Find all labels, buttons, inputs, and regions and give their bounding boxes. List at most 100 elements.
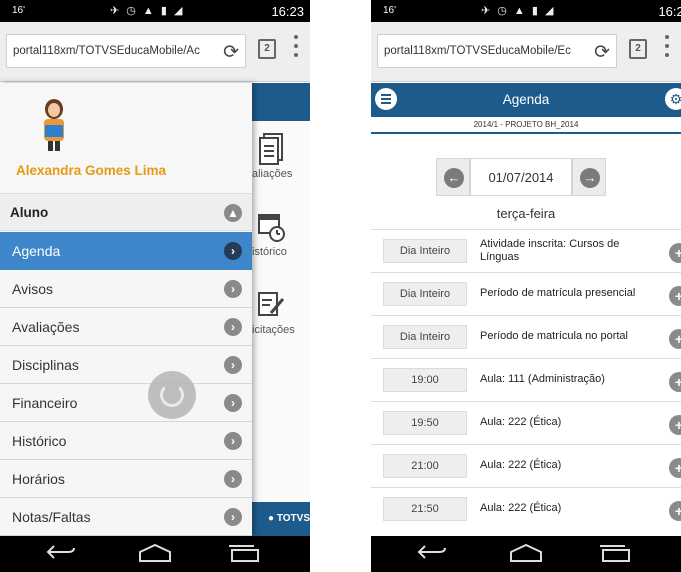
section-header-aluno[interactable]: Aluno ▲: [0, 193, 252, 231]
add-icon[interactable]: +: [669, 458, 681, 478]
event-description: Período de matrícula presencial: [480, 287, 636, 299]
weekday-label: terça-feira: [496, 206, 556, 221]
brand-text: TOTVS: [276, 513, 310, 524]
event-description: Aula: 222 (Ética): [480, 459, 562, 471]
drawer-item-label: Disciplinas: [12, 357, 79, 373]
totvs-logo: ● TOTVS: [252, 502, 310, 536]
drawer-item-7[interactable]: Notas/Faltas ›: [0, 498, 252, 536]
add-icon[interactable]: +: [669, 286, 681, 306]
drawer-item-2[interactable]: Avaliações ›: [0, 308, 252, 346]
avatar: [44, 99, 64, 151]
date-navigator: ← 01/07/2014 →: [436, 158, 606, 196]
event-time-badge: Dia Inteiro: [383, 282, 467, 306]
recent-apps-icon[interactable]: [599, 544, 631, 562]
drawer-item-0[interactable]: Agenda ›: [0, 232, 252, 270]
next-date-button[interactable]: →: [572, 158, 606, 196]
browser-menu-icon[interactable]: [293, 35, 299, 63]
drawer-item-label: Agenda: [12, 243, 61, 259]
reload-icon[interactable]: ⟳: [223, 41, 239, 64]
chevron-right-icon: ›: [224, 508, 242, 526]
system-nav-bar: [0, 536, 310, 572]
system-nav-bar: [371, 536, 681, 572]
right-phone-screen: 16' ✈ ◷ ▲ ▮ ◢ 16:23 portal118xm/TOTVSEdu…: [371, 0, 681, 572]
document-icon: [259, 133, 283, 165]
reload-icon[interactable]: ⟳: [594, 41, 610, 64]
drawer-item-label: Financeiro: [12, 395, 78, 411]
event-row[interactable]: Dia Inteiro Período de matrícula presenci…: [371, 272, 681, 315]
drawer-item-label: Horários: [12, 471, 65, 487]
drawer-item-3[interactable]: Disciplinas ›: [0, 346, 252, 384]
event-time-badge: 19:50: [383, 411, 467, 435]
gear-icon[interactable]: ⚙: [665, 88, 681, 110]
event-description: Atividade inscrita: Cursos de Línguas: [480, 238, 620, 263]
tabs-button[interactable]: 2: [629, 39, 647, 59]
recent-apps-icon[interactable]: [228, 544, 260, 562]
loading-spinner: [148, 371, 196, 419]
event-description: Aula: 222 (Ética): [480, 502, 562, 514]
url-field[interactable]: portal118xm/TOTVSEducaMobile/Ec ⟳: [377, 34, 617, 68]
left-phone-screen: 16' ✈ ◷ ▲ ▮ ◢ 16:23 portal118xm/TOTVSEdu…: [0, 0, 310, 572]
status-bar: 16' ✈ ◷ ▲ ▮ ◢ 16:23: [0, 0, 310, 22]
status-time: 16:23: [658, 4, 681, 19]
tile-avaliacoes[interactable]: aliações: [252, 131, 310, 180]
drawer-item-label: Notas/Faltas: [12, 509, 91, 525]
browser-menu-icon[interactable]: [664, 35, 670, 63]
drawer-item-1[interactable]: Avisos ›: [0, 270, 252, 308]
add-icon[interactable]: +: [669, 372, 681, 392]
event-list: Dia Inteiro Atividade inscrita: Cursos de…: [371, 229, 681, 530]
add-icon[interactable]: +: [669, 243, 681, 263]
user-name: Alexandra Gomes Lima: [16, 163, 167, 178]
drawer-item-label: Avisos: [12, 281, 53, 297]
drawer-item-6[interactable]: Horários ›: [0, 460, 252, 498]
back-icon[interactable]: [417, 544, 447, 560]
event-time-badge: 21:50: [383, 497, 467, 521]
drawer-item-label: Avaliações: [12, 319, 80, 335]
url-text: portal118xm/TOTVSEducaMobile/Ec: [384, 45, 571, 57]
chevron-right-icon: ›: [224, 394, 242, 412]
event-row[interactable]: 19:50 Aula: 222 (Ética) +: [371, 401, 681, 444]
event-time-badge: Dia Inteiro: [383, 325, 467, 349]
event-row[interactable]: 21:50 Aula: 222 (Ética) +: [371, 487, 681, 530]
back-icon[interactable]: [46, 544, 76, 560]
calendar-clock-icon: [258, 214, 285, 242]
previous-date-button[interactable]: ←: [436, 158, 470, 196]
chevron-right-icon: ›: [224, 280, 242, 298]
url-text: portal118xm/TOTVSEducaMobile/Ac: [13, 45, 200, 57]
drawer-item-5[interactable]: Histórico ›: [0, 422, 252, 460]
status-icons: ✈ ◷ ▲ ▮ ◢: [481, 5, 556, 17]
add-icon[interactable]: +: [669, 415, 681, 435]
event-row[interactable]: 19:00 Aula: 111 (Administração) +: [371, 358, 681, 401]
status-indicator: 16': [383, 5, 397, 16]
event-row[interactable]: Dia Inteiro Atividade inscrita: Cursos de…: [371, 229, 681, 272]
event-description: Aula: 222 (Ética): [480, 416, 562, 428]
chevron-right-icon: ›: [224, 318, 242, 336]
browser-toolbar: portal118xm/TOTVSEducaMobile/Ac ⟳ 2: [0, 22, 310, 82]
page-title: Agenda: [502, 92, 550, 107]
status-indicator: 16': [12, 5, 26, 16]
add-icon[interactable]: +: [669, 501, 681, 521]
arrow-left-icon: ←: [444, 168, 464, 188]
event-row[interactable]: 21:00 Aula: 222 (Ética) +: [371, 444, 681, 487]
edit-form-icon: [258, 292, 285, 316]
tabs-button[interactable]: 2: [258, 39, 276, 59]
user-profile: Alexandra Gomes Lima: [0, 83, 252, 193]
add-icon[interactable]: +: [669, 329, 681, 349]
browser-toolbar: portal118xm/TOTVSEducaMobile/Ec ⟳ 2: [371, 22, 681, 82]
tile-solicitacoes[interactable]: icitações: [252, 287, 310, 336]
url-field[interactable]: portal118xm/TOTVSEducaMobile/Ac ⟳: [6, 34, 246, 68]
tile-historico[interactable]: istórico: [252, 209, 310, 258]
drawer-item-4[interactable]: Financeiro ›: [0, 384, 252, 422]
chevron-up-icon[interactable]: ▲: [224, 204, 242, 222]
tile-label: aliações: [252, 168, 293, 180]
event-row[interactable]: Dia Inteiro Período de matrícula no porta…: [371, 315, 681, 358]
chevron-right-icon: ›: [224, 432, 242, 450]
event-time-badge: 19:00: [383, 368, 467, 392]
home-icon[interactable]: [509, 544, 543, 562]
date-field[interactable]: 01/07/2014: [470, 158, 572, 196]
event-time-badge: 21:00: [383, 454, 467, 478]
event-description: Aula: 111 (Administração): [480, 373, 605, 385]
tile-label: istórico: [252, 246, 287, 258]
event-description: Período de matrícula no portal: [480, 330, 628, 342]
home-icon[interactable]: [138, 544, 172, 562]
drawer-menu: Agenda › Avisos › Avaliações › Disciplinas › Fin…: [0, 232, 252, 536]
